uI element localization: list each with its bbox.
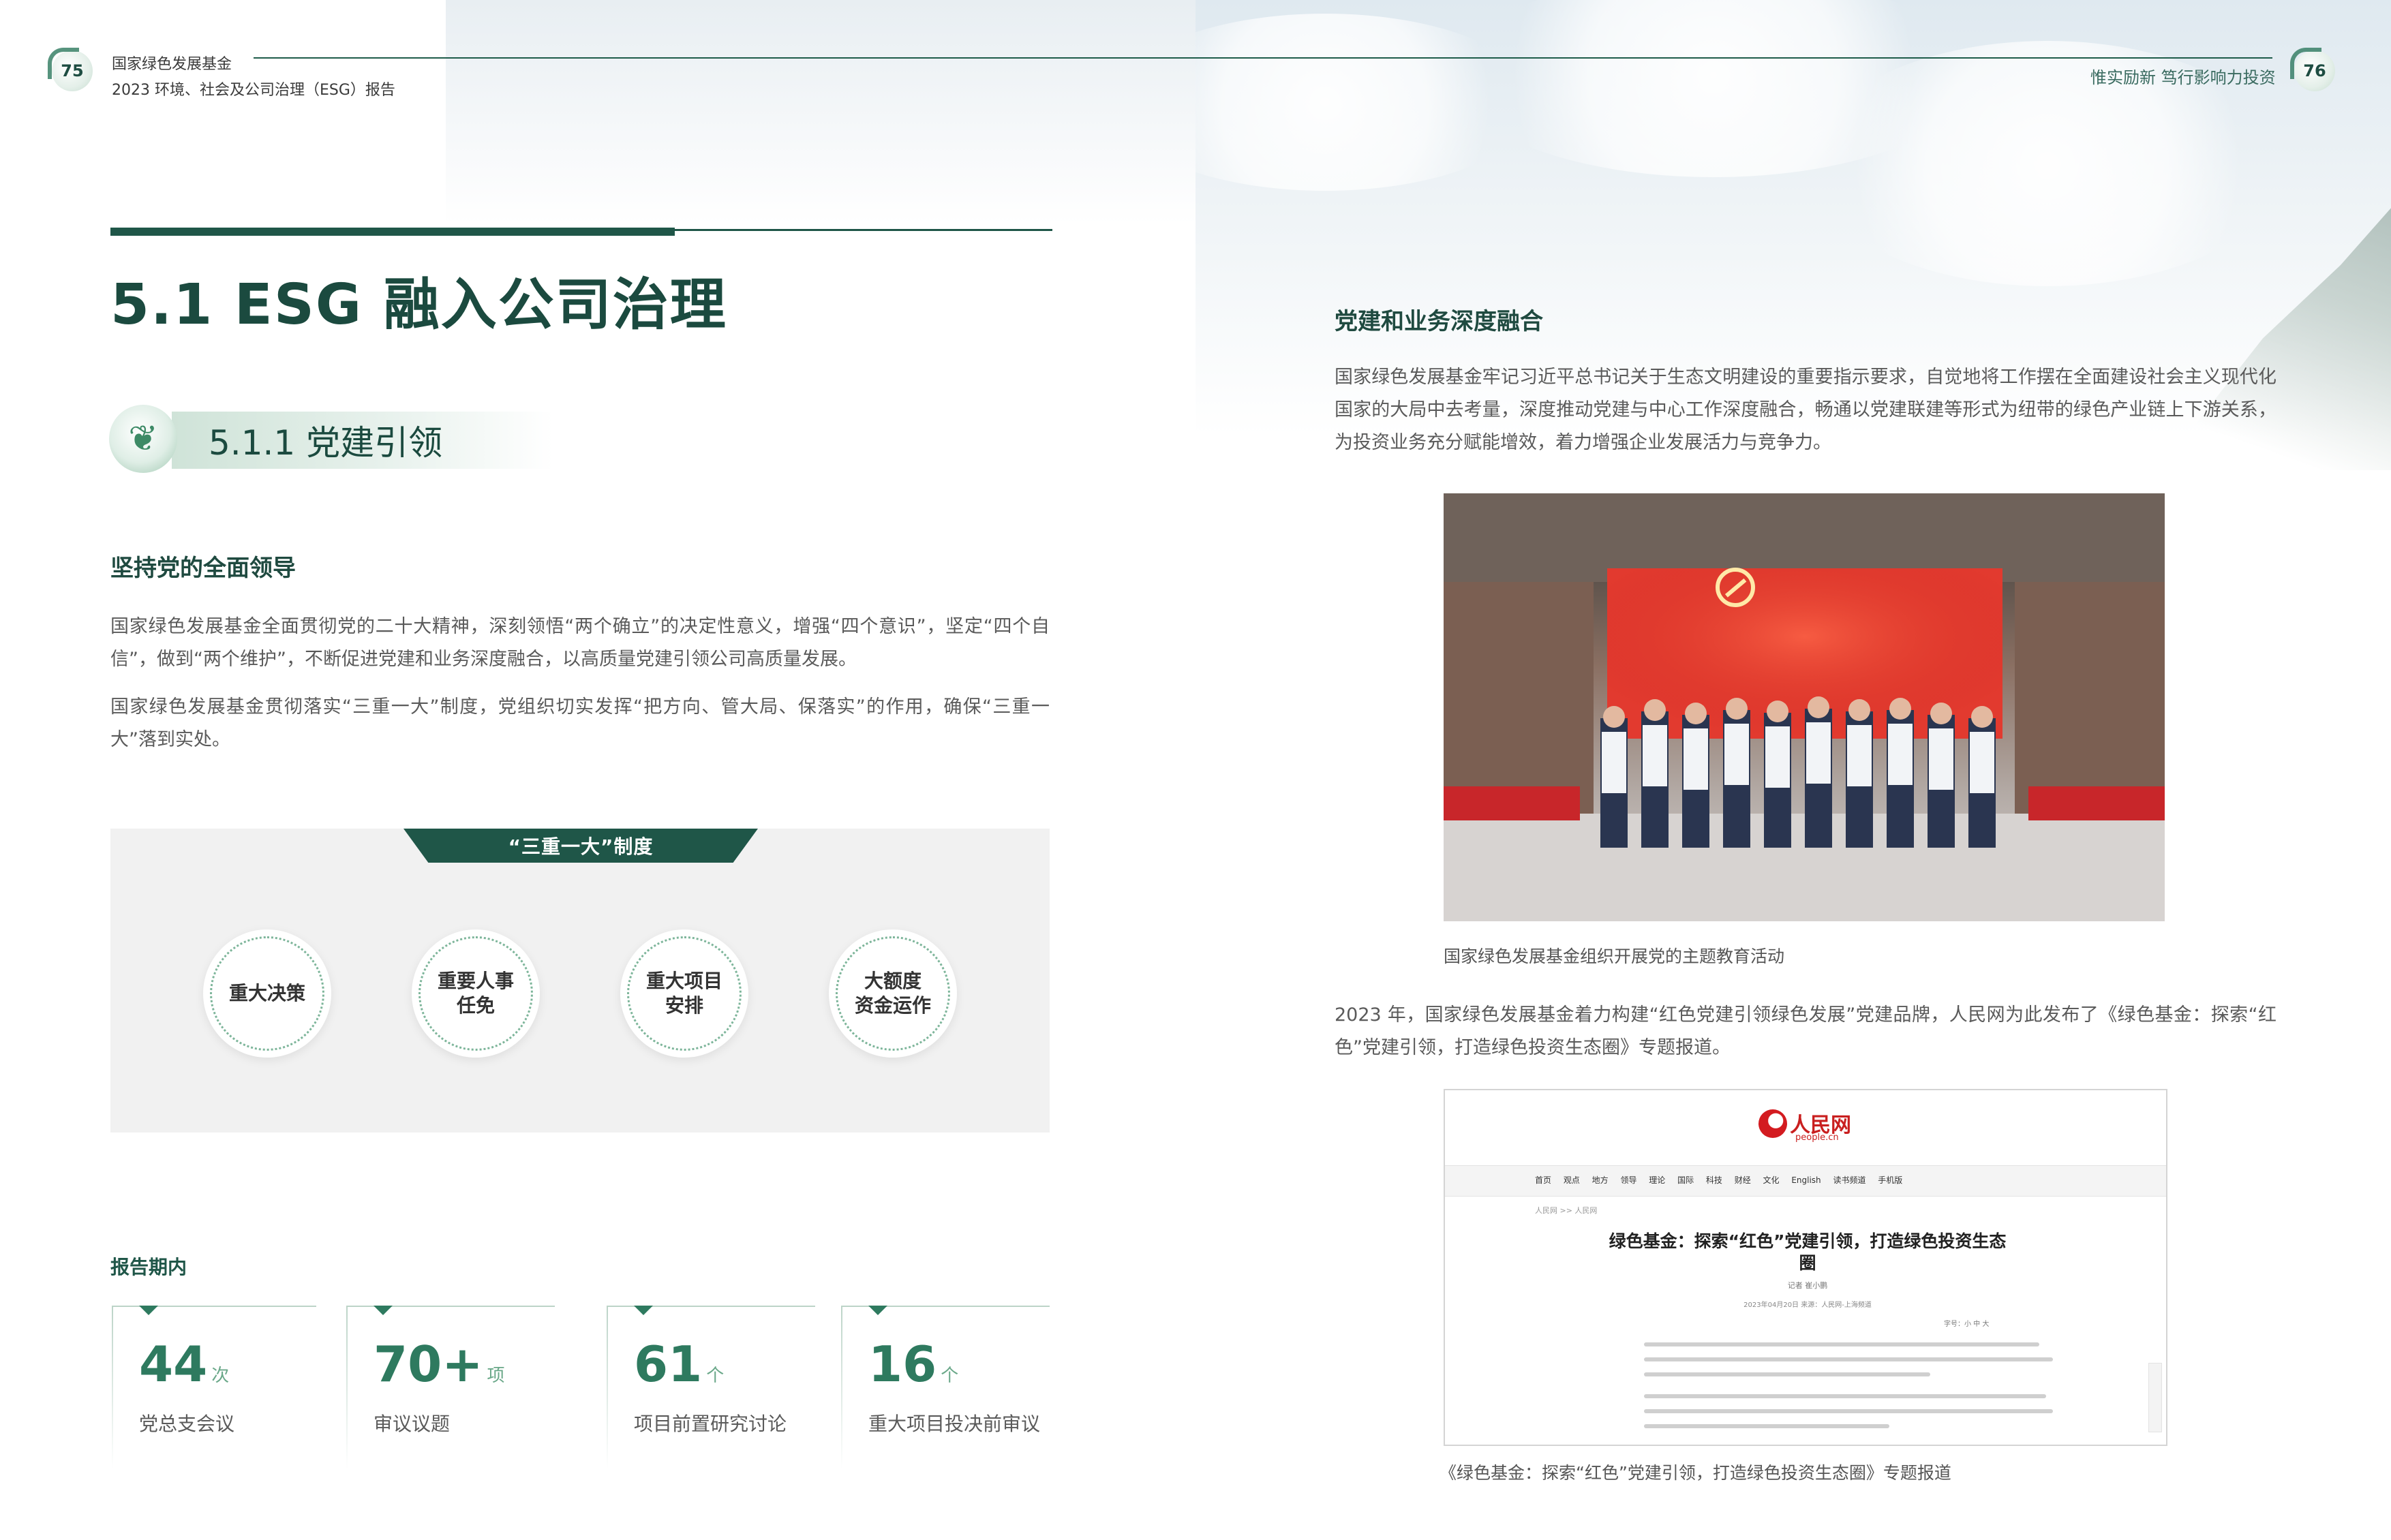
header-report: 2023 环境、社会及公司治理（ESG）报告 bbox=[112, 82, 395, 99]
stat-marker bbox=[139, 1306, 158, 1315]
people-logo-mark bbox=[1758, 1109, 1787, 1138]
stat-value: 70+ 项 bbox=[374, 1336, 505, 1393]
system-item: 重要人事 任免 bbox=[412, 929, 540, 1058]
article-text-line bbox=[1644, 1394, 2046, 1398]
stat-number: 61 bbox=[634, 1336, 703, 1393]
article-title: 绿色基金：探索“红色”党建引领，打造绿色投资生态圈 bbox=[1609, 1231, 2007, 1273]
stat-unit: 项 bbox=[487, 1366, 505, 1386]
paragraph: 国家绿色发展基金牢记习近平总书记关于生态文明建设的重要指示要求，自觉地将工作摆在… bbox=[1335, 367, 2276, 453]
left-page: 75 国家绿色发展基金 2023 环境、社会及公司治理（ESG）报告 5.1 E… bbox=[0, 0, 1196, 1540]
section-bar-thin bbox=[675, 229, 1052, 231]
stats-label: 报告期内 bbox=[110, 1256, 187, 1278]
web-share-bar bbox=[2148, 1363, 2162, 1432]
article-text-line bbox=[1644, 1409, 2053, 1413]
system-item-line: 资金运作 bbox=[854, 994, 931, 1017]
page-number-badge: 75 bbox=[48, 48, 93, 91]
article-author: 记者 崔小鹏 bbox=[1787, 1281, 1828, 1290]
stat-marker bbox=[634, 1306, 653, 1315]
header-line bbox=[1196, 57, 2272, 59]
system-item: 大额度 资金运作 bbox=[829, 929, 957, 1058]
stat-value: 44 次 bbox=[139, 1336, 229, 1393]
system-item-line: 安排 bbox=[665, 994, 703, 1017]
stat-label: 审议议题 bbox=[374, 1413, 451, 1435]
system-item: 重大项目 安排 bbox=[620, 929, 748, 1058]
stat-label: 重大项目投决前审议 bbox=[868, 1413, 1041, 1435]
paragraph: 国家绿色发展基金全面贯彻党的二十大精神，深刻领悟“两个确立”的决定性意义，增强“… bbox=[110, 616, 1050, 670]
system-item-line: 重要人事 bbox=[437, 970, 514, 992]
section-title: 5.1 ESG 融入公司治理 bbox=[110, 273, 727, 337]
page-number-badge: 76 bbox=[2290, 48, 2335, 91]
paragraph: 国家绿色发展基金贯彻落实“三重一大”制度，党组织切实发挥“把方向、管大局、保落实… bbox=[110, 696, 1050, 750]
paragraph: 2023 年，国家绿色发展基金着力构建“红色党建引领绿色发展”党建品牌，人民网为… bbox=[1335, 1004, 2276, 1058]
logo-sub: people.cn bbox=[1795, 1133, 1839, 1143]
stat-marker bbox=[374, 1306, 393, 1315]
heading-integration: 党建和业务深度融合 bbox=[1335, 308, 1543, 335]
activity-photo-graphic bbox=[1444, 493, 2165, 921]
web-nav-items: 首页 观点 地方 领导 理论 国际 科技 财经 文化 English 读书频道 … bbox=[1535, 1175, 1903, 1185]
system-item-line: 重大项目 bbox=[645, 970, 722, 992]
article-text-line bbox=[1644, 1357, 2053, 1361]
right-page: 惟实励新 笃行影响力投资 76 党建和业务深度融合 国家绿色发展基金牢记习近平总… bbox=[1196, 0, 2391, 1540]
article-text-line bbox=[1644, 1342, 2039, 1346]
stat-card: 70+ 项 审议议题 bbox=[346, 1306, 555, 1469]
stat-card: 16 个 重大项目投决前审议 bbox=[841, 1306, 1050, 1469]
stat-card: 61 个 项目前置研究讨论 bbox=[607, 1306, 815, 1469]
web-caption: 《绿色基金：探索“红色”党建引领，打造绿色投资生态圈》专题报道 bbox=[1440, 1463, 1951, 1483]
stat-number: 44 bbox=[139, 1336, 208, 1393]
activity-photo bbox=[1444, 493, 2165, 921]
web-nav: 首页 观点 地方 领导 理论 国际 科技 财经 文化 English 读书频道 … bbox=[1445, 1165, 2166, 1197]
header-org: 国家绿色发展基金 bbox=[112, 56, 232, 73]
page-number: 76 bbox=[2303, 61, 2326, 80]
system-item-line: 任免 bbox=[456, 994, 495, 1017]
section-bar bbox=[110, 228, 675, 236]
system-item: 重大决策 bbox=[203, 929, 331, 1058]
stat-number: 16 bbox=[868, 1336, 937, 1393]
stat-card: 44 次 党总支会议 bbox=[112, 1306, 316, 1469]
leaf-badge-icon: ❦ bbox=[109, 405, 177, 473]
news-screenshot: 人民网 people.cn 首页 观点 地方 领导 理论 国际 科技 财经 文化… bbox=[1444, 1089, 2167, 1446]
header-slogan: 惟实励新 笃行影响力投资 bbox=[2090, 68, 2276, 87]
system-item-line: 大额度 bbox=[864, 970, 922, 992]
web-breadcrumb: 人民网 >> 人民网 bbox=[1535, 1206, 1598, 1215]
stat-label: 项目前置研究讨论 bbox=[634, 1413, 787, 1435]
subsection-title: 5.1.1 党建引领 bbox=[209, 423, 443, 463]
article-text-line bbox=[1644, 1424, 1889, 1428]
photo-caption: 国家绿色发展基金组织开展党的主题教育活动 bbox=[1444, 946, 1785, 966]
article-text-line bbox=[1644, 1372, 1930, 1376]
stat-unit: 次 bbox=[211, 1366, 230, 1386]
system-item-line: 重大决策 bbox=[228, 982, 305, 1004]
stat-number: 70+ bbox=[374, 1336, 483, 1393]
people-logo-icon: 人民网 people.cn bbox=[1758, 1105, 1854, 1145]
system-title: “三重一大”制度 bbox=[403, 829, 758, 863]
stat-value: 61 个 bbox=[634, 1336, 724, 1393]
stat-unit: 个 bbox=[941, 1366, 959, 1386]
article-date: 2023年04月20日 来源：人民网-上海频道 bbox=[1743, 1302, 1872, 1309]
article-tools: 字号：小 中 大 bbox=[1944, 1321, 1990, 1328]
sky-background bbox=[446, 0, 1196, 225]
heading-leadership: 坚持党的全面领导 bbox=[110, 555, 296, 582]
stat-marker bbox=[868, 1306, 887, 1315]
header-line bbox=[254, 57, 1196, 59]
stat-label: 党总支会议 bbox=[139, 1413, 235, 1435]
page-number: 75 bbox=[61, 61, 84, 80]
stat-unit: 个 bbox=[706, 1366, 725, 1386]
system-panel: “三重一大”制度 重大决策 重要人事 任免 重大项目 安排 大额度 资金运作 bbox=[110, 829, 1050, 1133]
stat-value: 16 个 bbox=[868, 1336, 958, 1393]
